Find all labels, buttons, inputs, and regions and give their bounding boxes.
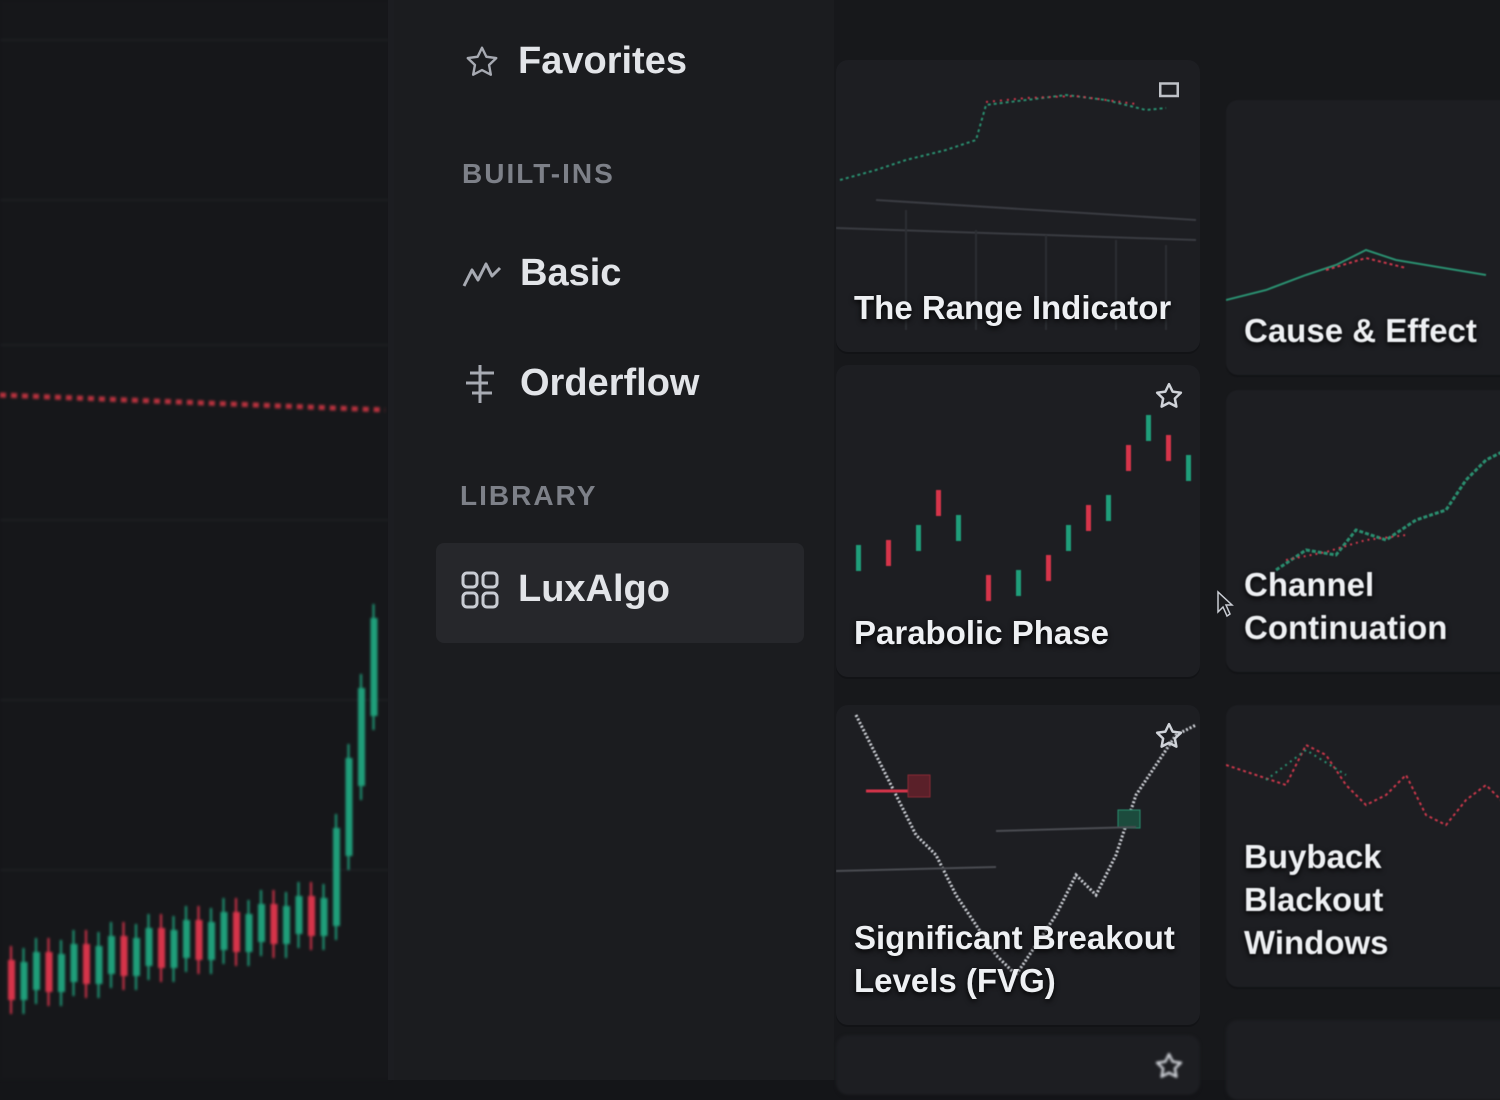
thumb-candle: [1086, 505, 1091, 531]
candle-body: [133, 938, 140, 976]
thumb-candle: [956, 515, 961, 541]
thumb-candle: [1126, 445, 1131, 471]
candle-body: [208, 922, 215, 960]
candle-body: [233, 912, 240, 952]
candle-body: [195, 920, 203, 960]
thumb-candle: [986, 575, 991, 601]
thumb-candle: [936, 490, 941, 516]
card-title: Buyback Blackout Windows: [1244, 838, 1389, 962]
star-icon[interactable]: [1154, 381, 1184, 411]
sidebar-item-luxalgo[interactable]: LuxAlgo: [460, 568, 670, 611]
candle-body: [83, 944, 90, 984]
orderflow-icon: [466, 364, 494, 403]
indicator-card[interactable]: Buyback Blackout Windows: [1226, 705, 1500, 987]
indicator-card[interactable]: Cause & Effect: [1226, 100, 1500, 375]
sidebar-item-label: Favorites: [518, 40, 687, 82]
candle-body: [270, 904, 278, 944]
sidebar-item-label: Orderflow: [520, 362, 700, 404]
candle-body: [33, 952, 40, 990]
card-title: Parabolic Phase: [854, 614, 1109, 652]
section-header-builtins: BUILT-INS: [462, 158, 615, 189]
thumb-candle: [1046, 555, 1051, 581]
candle-body: [58, 954, 65, 992]
candle-body: [320, 898, 328, 936]
thumb-candle: [886, 540, 891, 566]
thumb-candle: [856, 545, 861, 571]
indicator-card[interactable]: Parabolic Phase: [836, 365, 1200, 677]
card-title: Cause & Effect: [1244, 312, 1477, 350]
candle-body: [358, 688, 365, 786]
candle-body: [95, 946, 103, 984]
candle-body: [145, 928, 153, 966]
flag-icon[interactable]: [1154, 76, 1184, 106]
candle-body: [370, 618, 378, 716]
candle-body: [333, 828, 340, 926]
candle-body: [170, 930, 178, 968]
sidebar-item-orderflow[interactable]: Orderflow: [462, 362, 699, 405]
card-title: Channel Continuation: [1244, 566, 1448, 647]
sidebar-item-label: Basic: [520, 252, 622, 294]
section-header-library: LIBRARY: [460, 480, 598, 511]
candle-body: [183, 920, 190, 958]
indicator-card[interactable]: [836, 1035, 1200, 1095]
candle-body: [158, 928, 165, 968]
indicator-card[interactable]: Channel Continuation: [1226, 390, 1500, 672]
indicator-card[interactable]: [1226, 1020, 1500, 1100]
sidebar-item-label: LuxAlgo: [518, 568, 670, 610]
thumb-candle: [1166, 435, 1171, 461]
candle-body: [220, 912, 228, 950]
candle-body: [20, 962, 28, 1000]
card-title: Significant Breakout Levels (FVG): [854, 919, 1175, 1000]
indicator-sidebar: Favorites BUILT-INS Basic Orderflow LIBR…: [394, 0, 834, 1080]
indicator-grid: The Range Indicator Cause & Effect Parab…: [834, 0, 1500, 1100]
background-price-chart: [0, 0, 390, 1080]
mouse-cursor-icon: [1217, 590, 1234, 618]
candle-body: [245, 914, 253, 952]
star-icon[interactable]: [1154, 721, 1184, 751]
candle-body: [108, 936, 115, 974]
thumb-candle: [1016, 570, 1021, 596]
candlestick-chart: [0, 39, 390, 1014]
candle-body: [283, 906, 290, 944]
candle-body: [45, 952, 53, 992]
candle-body: [308, 896, 315, 936]
thumb-candle: [1186, 455, 1191, 481]
candle-body: [345, 758, 353, 856]
indicator-card[interactable]: Significant Breakout Levels (FVG): [836, 705, 1200, 1025]
line-chart-icon: [462, 262, 502, 287]
thumb-candle: [916, 525, 921, 551]
candle-body: [8, 960, 15, 1000]
candle-body: [258, 904, 265, 942]
grid-icon: [461, 571, 499, 608]
thumb-candle: [1066, 525, 1071, 551]
card-title: The Range Indicator: [854, 289, 1172, 327]
candle-body: [70, 944, 78, 982]
thumb-candle: [1106, 495, 1111, 521]
indicator-card[interactable]: The Range Indicator: [836, 60, 1200, 352]
sidebar-item-basic[interactable]: Basic: [462, 252, 621, 295]
candle-body: [295, 896, 303, 934]
thumb-candle: [1146, 415, 1151, 441]
star-icon: [466, 46, 498, 76]
candle-body: [120, 936, 128, 976]
star-icon[interactable]: [1154, 1051, 1184, 1081]
sidebar-item-favorites[interactable]: Favorites: [464, 40, 687, 83]
